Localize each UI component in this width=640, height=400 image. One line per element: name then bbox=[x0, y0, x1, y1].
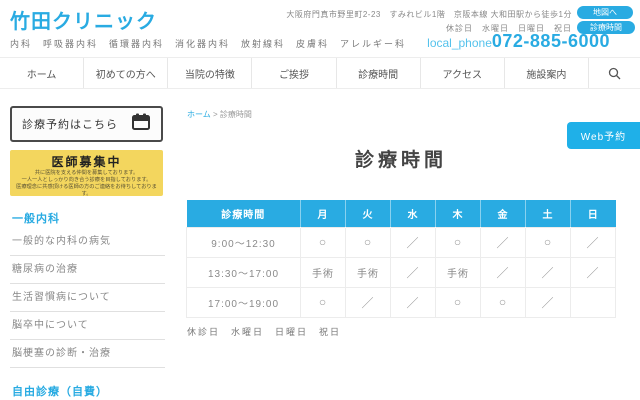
schedule-cell: ○ bbox=[526, 227, 571, 257]
sidebar-item-general-diseases[interactable]: 一般的な内科の病気 bbox=[10, 228, 165, 256]
closed-days-note: 休診日 水曜日 日曜日 祝日 bbox=[187, 325, 341, 338]
col-header-mon: 月 bbox=[301, 200, 346, 227]
schedule-cell: ／ bbox=[391, 227, 436, 257]
schedule-cell: ／ bbox=[481, 257, 526, 287]
col-header-tue: 火 bbox=[346, 200, 391, 227]
schedule-cell: 手術 bbox=[301, 257, 346, 287]
page-title: 診療時間 bbox=[186, 145, 616, 172]
phone-icon: local_phone bbox=[427, 36, 492, 50]
col-header-fri: 金 bbox=[481, 200, 526, 227]
sidebar-menu: 一般的な内科の病気 糖尿病の治療 生活習慣病について 脳卒中について 脳梗塞の診… bbox=[10, 228, 165, 368]
nav-item-facility[interactable]: 施設案内 bbox=[504, 58, 588, 88]
main-nav: ホーム 初めての方へ 当院の特徴 ご挨拶 診療時間 アクセス 施設案内 bbox=[0, 57, 640, 89]
schedule-cell: ○ bbox=[481, 287, 526, 317]
schedule-cell: ／ bbox=[526, 257, 571, 287]
col-header-wed: 水 bbox=[391, 200, 436, 227]
time-slot: 17:00～19:00 bbox=[187, 287, 301, 317]
consultation-hours-table: 診療時間 月 火 水 木 金 土 日 9:00～12:30 ○ ○ ／ ○ ／ … bbox=[186, 200, 616, 318]
recruit-text-line: 共に医院を支える仲間を募集しております。 bbox=[14, 170, 159, 177]
sidebar-item-cerebral-infarction[interactable]: 脳梗塞の診断・治療 bbox=[10, 340, 165, 368]
sidebar-heading-general-internal[interactable]: 一般内科 bbox=[12, 210, 60, 226]
col-header-sat: 土 bbox=[526, 200, 571, 227]
phone-number: 072-885-6000 bbox=[492, 31, 610, 52]
schedule-cell: ○ bbox=[301, 287, 346, 317]
breadcrumb-separator: > bbox=[213, 110, 218, 119]
reservation-button[interactable]: 診療予約はこちら bbox=[10, 106, 163, 142]
schedule-cell: ／ bbox=[391, 257, 436, 287]
map-button[interactable]: 地図へ bbox=[577, 6, 633, 19]
calendar-icon bbox=[131, 113, 151, 136]
clinic-logo[interactable]: 竹田クリニック bbox=[10, 5, 157, 34]
clinic-address: 大阪府門真市野里町2-23 すみれビル1階 京阪本線 大和田駅から徒歩1分 bbox=[286, 9, 572, 20]
nav-item-features[interactable]: 当院の特徴 bbox=[167, 58, 251, 88]
breadcrumb: ホーム > 診療時間 bbox=[187, 109, 252, 120]
time-slot: 9:00～12:30 bbox=[187, 227, 301, 257]
recruit-title: 医師募集中 bbox=[10, 153, 163, 170]
search-icon[interactable] bbox=[588, 58, 640, 88]
nav-item-first-visit[interactable]: 初めての方へ bbox=[83, 58, 167, 88]
recruit-text-line: 医療理念に共感頂ける医師の方のご連絡をお待ちしております。 bbox=[14, 184, 159, 197]
sidebar-item-lifestyle-disease[interactable]: 生活習慣病について bbox=[10, 284, 165, 312]
sidebar-heading-self-pay[interactable]: 自由診療（自費） bbox=[12, 383, 108, 399]
schedule-cell: 手術 bbox=[346, 257, 391, 287]
schedule-cell: ／ bbox=[391, 287, 436, 317]
sidebar-item-diabetes[interactable]: 糖尿病の治療 bbox=[10, 256, 165, 284]
schedule-cell: ○ bbox=[301, 227, 346, 257]
schedule-cell: ／ bbox=[481, 227, 526, 257]
schedule-cell: ○ bbox=[436, 287, 481, 317]
nav-item-greeting[interactable]: ご挨拶 bbox=[251, 58, 335, 88]
time-slot: 13:30～17:00 bbox=[187, 257, 301, 287]
schedule-cell: ／ bbox=[571, 227, 616, 257]
schedule-cell: 手術 bbox=[436, 257, 481, 287]
table-row: 17:00～19:00 ○ ／ ／ ○ ○ ／ bbox=[187, 287, 616, 317]
nav-item-home[interactable]: ホーム bbox=[0, 58, 83, 88]
col-header-sun: 日 bbox=[571, 200, 616, 227]
breadcrumb-home-link[interactable]: ホーム bbox=[187, 110, 211, 119]
schedule-cell: ○ bbox=[346, 227, 391, 257]
breadcrumb-current: 診療時間 bbox=[220, 110, 252, 119]
table-row: 9:00～12:30 ○ ○ ／ ○ ／ ○ ／ bbox=[187, 227, 616, 257]
table-header-row: 診療時間 月 火 水 木 金 土 日 bbox=[187, 200, 616, 227]
sidebar-item-stroke[interactable]: 脳卒中について bbox=[10, 312, 165, 340]
schedule-cell bbox=[571, 287, 616, 317]
schedule-cell: ／ bbox=[346, 287, 391, 317]
department-list: 内科 呼吸器内科 循環器内科 消化器内科 放射線科 皮膚科 アレルギー科 bbox=[10, 37, 406, 50]
table-row: 13:30～17:00 手術 手術 ／ 手術 ／ ／ ／ bbox=[187, 257, 616, 287]
doctor-recruit-banner[interactable]: 医師募集中 共に医院を支える仲間を募集しております。 一人一人としっかり向き合う… bbox=[10, 150, 163, 196]
col-header-thu: 木 bbox=[436, 200, 481, 227]
reservation-button-label: 診療予約はこちら bbox=[22, 116, 118, 132]
schedule-cell: ○ bbox=[436, 227, 481, 257]
schedule-cell: ／ bbox=[526, 287, 571, 317]
recruit-text-line: 一人一人としっかり向き合う診療を目指しております。 bbox=[14, 177, 159, 184]
nav-item-hours[interactable]: 診療時間 bbox=[336, 58, 420, 88]
nav-item-access[interactable]: アクセス bbox=[420, 58, 504, 88]
col-header-hours: 診療時間 bbox=[187, 200, 301, 227]
schedule-cell: ／ bbox=[571, 257, 616, 287]
phone-block[interactable]: local_phone072-885-6000 bbox=[427, 31, 610, 52]
